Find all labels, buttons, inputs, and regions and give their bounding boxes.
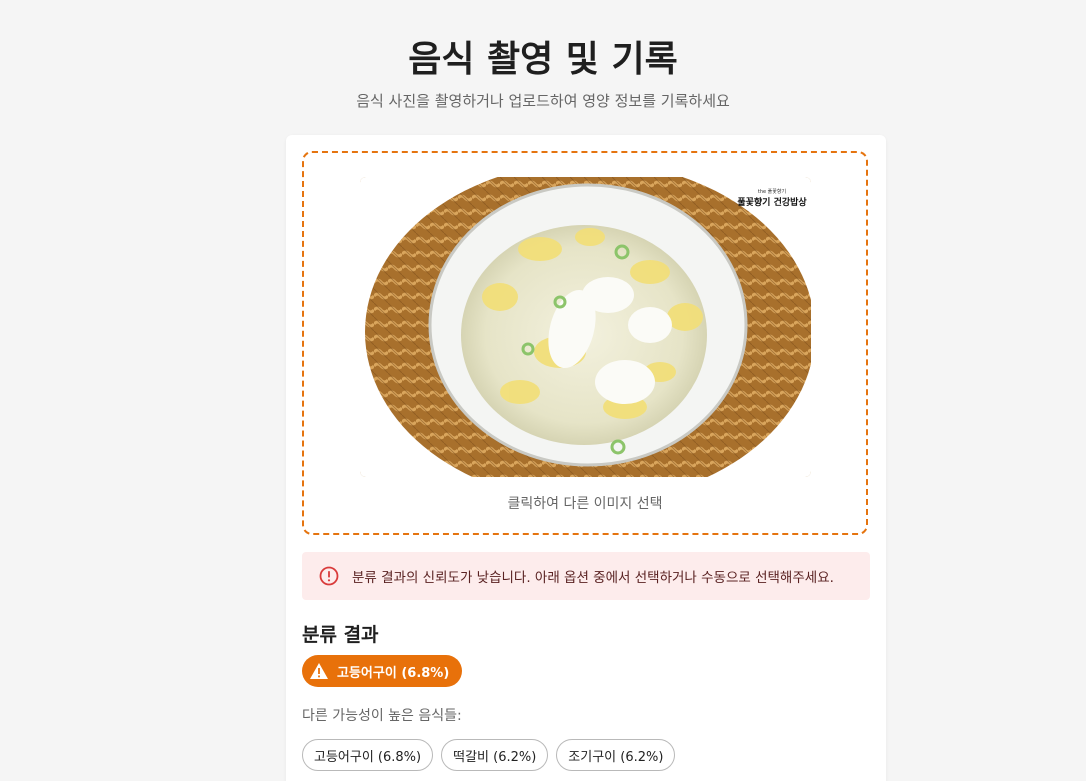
change-image-label: 클릭하여 다른 이미지 선택 <box>507 496 663 512</box>
page-title: 음식 촬영 및 기록 <box>408 39 678 80</box>
svg-text:the 풀꽃향기: the 풀꽃향기 <box>758 188 786 195</box>
alert-message: 분류 결과의 신뢰도가 낮습니다. 아래 옵션 중에서 선택하거나 수동으로 선… <box>352 570 834 586</box>
image-upload-dropzone[interactable]: the 풀꽃향기 풀꽃향기 건강밥상 클릭하여 다른 이미지 선택 <box>302 151 868 535</box>
low-confidence-alert: 분류 결과의 신뢰도가 낮습니다. 아래 옵션 중에서 선택하거나 수동으로 선… <box>302 552 870 600</box>
food-photo-illustration: the 풀꽃향기 풀꽃향기 건강밥상 <box>360 177 811 477</box>
alternative-chip-mackerel[interactable]: 고등어구이 (6.8%) <box>302 739 434 771</box>
page: 음식 촬영 및 기록 음식 사진을 촬영하거나 업로드하여 영양 정보를 기록하… <box>0 0 1086 781</box>
page-subtitle: 음식 사진을 촬영하거나 업로드하여 영양 정보를 기록하세요 <box>356 92 730 110</box>
top-result-badge[interactable]: 고등어구이 (6.8%) <box>302 655 463 687</box>
alternatives-label: 다른 가능성이 높은 음식들: <box>302 708 462 724</box>
classification-section-title: 분류 결과 <box>302 624 379 646</box>
alternatives-list: 고등어구이 (6.8%) 떡갈비 (6.2%) 조기구이 (6.2%) <box>302 739 676 771</box>
svg-text:풀꽃향기 건강밥상: 풀꽃향기 건강밥상 <box>737 196 807 208</box>
warning-triangle-icon <box>310 663 328 679</box>
food-record-card: the 풀꽃향기 풀꽃향기 건강밥상 클릭하여 다른 이미지 선택 분류 결과의… <box>286 135 886 781</box>
top-result-label: 고등어구이 (6.8%) <box>337 665 450 681</box>
alert-circle-icon <box>319 566 339 586</box>
alternative-chip-croaker[interactable]: 조기구이 (6.2%) <box>556 739 676 771</box>
food-photo[interactable]: the 풀꽃향기 풀꽃향기 건강밥상 <box>360 177 811 477</box>
alternative-chip-tteokgalbi[interactable]: 떡갈비 (6.2%) <box>441 739 549 771</box>
